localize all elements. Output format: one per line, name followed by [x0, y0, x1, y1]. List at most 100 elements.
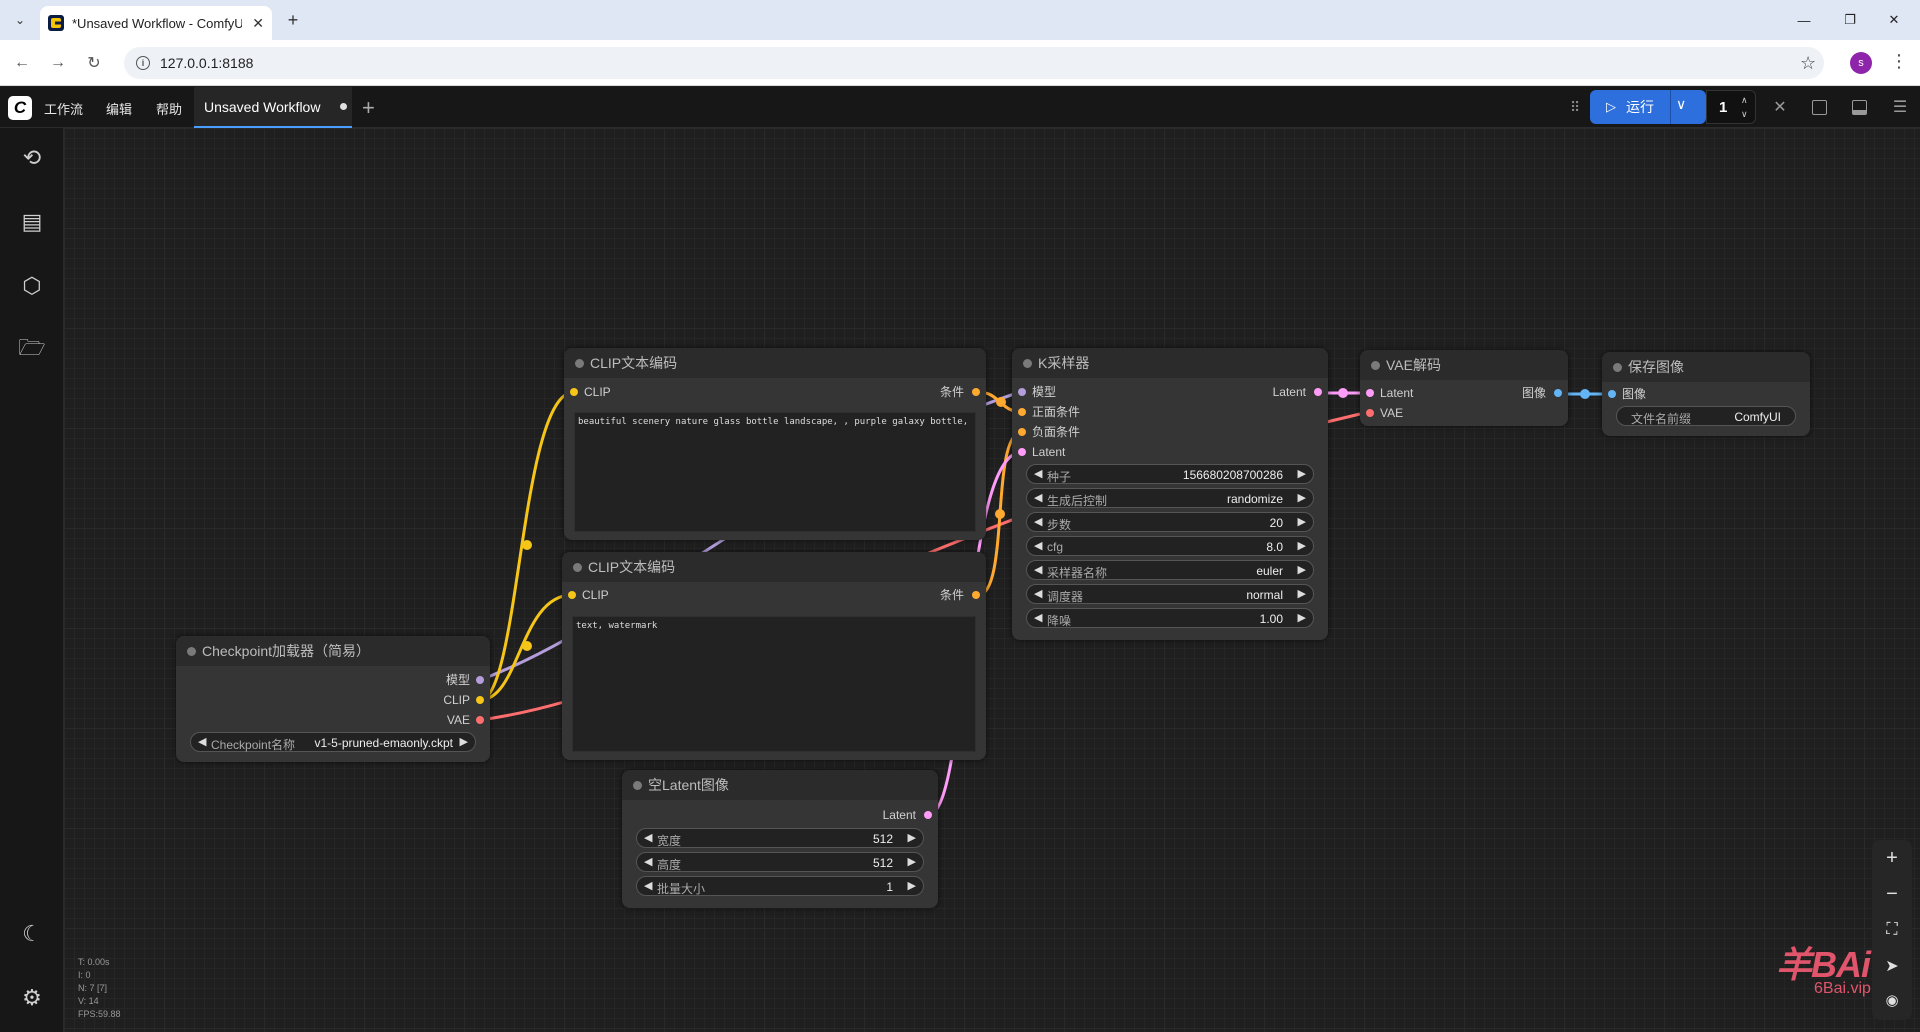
bottom-panel-icon[interactable] — [1852, 100, 1867, 115]
output-slot-clip[interactable] — [476, 696, 484, 704]
new-tab-plus-icon[interactable]: + — [282, 9, 304, 31]
slot-label: Latent — [1272, 385, 1306, 399]
site-info-icon[interactable]: i — [136, 56, 150, 70]
drag-handle-icon[interactable]: ⠿ — [1570, 99, 1580, 116]
input-slot-image[interactable] — [1608, 390, 1616, 398]
output-slot-image[interactable] — [1554, 389, 1562, 397]
filename-prefix-input[interactable]: 文件名前缀 ComfyUI — [1616, 406, 1796, 426]
node-empty-latent-image[interactable]: 空Latent图像 Latent ◀ 宽度 512 ▶ ◀ 高度 512 ▶ ◀ 批量大小 1 ▶ — [622, 770, 938, 908]
node-save-image[interactable]: 保存图像 图像 文件名前缀 ComfyUI — [1602, 352, 1810, 436]
widget-denoise[interactable]: ◀ 降噪 1.00 ▶ — [1026, 608, 1314, 628]
node-library-icon[interactable]: ▤ — [18, 208, 46, 236]
node-clip-text-encode-negative[interactable]: CLIP文本编码 CLIP 条件 text, watermark — [562, 552, 986, 760]
prompt-textarea[interactable]: beautiful scenery nature glass bottle la… — [574, 412, 976, 532]
batch-count-input[interactable]: 1 ∧ ∨ — [1706, 90, 1756, 124]
menu-workflow[interactable]: 工作流 — [44, 99, 83, 118]
collapse-dot-icon[interactable] — [633, 781, 642, 790]
input-slot-clip[interactable] — [568, 591, 576, 599]
run-button[interactable]: ▷ 运行 ∨ — [1590, 90, 1706, 124]
window-close-icon[interactable]: ✕ — [1874, 8, 1914, 32]
node-title[interactable]: CLIP文本编码 — [564, 348, 986, 378]
theme-moon-icon[interactable]: ☾ — [18, 920, 46, 948]
widget-steps[interactable]: ◀ 步数 20 ▶ — [1026, 512, 1314, 532]
omnibox[interactable]: i 127.0.0.1:8188 — [124, 47, 1824, 79]
node-checkpoint-loader[interactable]: Checkpoint加载器（简易） 模型 CLIP VAE ◀ Checkpoi… — [176, 636, 490, 762]
zoom-in-plus-icon[interactable]: + — [1880, 846, 1904, 870]
input-slot-latent[interactable] — [1018, 448, 1026, 456]
restore-icon[interactable]: ❐ — [1830, 8, 1870, 32]
output-slot-conditioning[interactable] — [972, 388, 980, 396]
workflow-tab[interactable]: Unsaved Workflow — [194, 87, 352, 128]
collapse-dot-icon[interactable] — [573, 563, 582, 572]
widget-control-after-generate[interactable]: ◀ 生成后控制 randomize ▶ — [1026, 488, 1314, 508]
fit-view-icon[interactable]: ⛶ — [1880, 918, 1904, 942]
collapse-dot-icon[interactable] — [1613, 363, 1622, 372]
reload-icon[interactable]: ↻ — [82, 51, 106, 75]
node-title[interactable]: VAE解码 — [1360, 350, 1568, 380]
back-arrow-icon[interactable]: ← — [10, 51, 34, 75]
browser-tab[interactable]: *Unsaved Workflow - ComfyUI ✕ — [40, 6, 272, 40]
slot-label: 模型 — [1032, 385, 1057, 399]
node-title[interactable]: 保存图像 — [1602, 352, 1810, 382]
menu-help[interactable]: 帮助 — [156, 99, 182, 118]
input-slot-model[interactable] — [1018, 388, 1026, 396]
browser-menu-kebab-icon[interactable]: ⋮ — [1890, 51, 1908, 72]
prompt-textarea[interactable]: text, watermark — [572, 616, 976, 752]
run-options-chevron-icon[interactable]: ∨ — [1676, 96, 1686, 113]
hamburger-menu-icon[interactable]: ☰ — [1890, 97, 1910, 117]
input-slot-vae[interactable] — [1366, 409, 1374, 417]
widget-cfg[interactable]: ◀ cfg 8.0 ▶ — [1026, 536, 1314, 556]
widget-scheduler[interactable]: ◀ 调度器 normal ▶ — [1026, 584, 1314, 604]
widget-height[interactable]: ◀ 高度 512 ▶ — [636, 852, 924, 872]
output-slot-conditioning[interactable] — [972, 591, 980, 599]
node-title[interactable]: Checkpoint加载器（简易） — [176, 636, 490, 666]
node-ksampler[interactable]: K采样器 模型 正面条件 负面条件 Latent Latent ◀ 种子 15668… — [1012, 348, 1328, 640]
zoom-out-minus-icon[interactable]: − — [1880, 882, 1904, 906]
arrow-right-icon[interactable]: ▶ — [460, 735, 468, 748]
queue-history-icon[interactable]: ⟲ — [18, 144, 46, 172]
graph-canvas[interactable] — [64, 128, 1920, 1032]
output-slot-latent[interactable] — [1314, 388, 1322, 396]
widget-seed[interactable]: ◀ 种子 156680208700286 ▶ — [1026, 464, 1314, 484]
close-tab-icon[interactable]: ✕ — [252, 15, 264, 32]
interrupt-x-icon[interactable]: ✕ — [1770, 97, 1790, 117]
output-slot-latent[interactable] — [924, 811, 932, 819]
input-slot-negative[interactable] — [1018, 428, 1026, 436]
comfyui-logo-icon[interactable]: C — [8, 96, 32, 120]
minimize-icon[interactable]: — — [1784, 8, 1824, 32]
widget-width[interactable]: ◀ 宽度 512 ▶ — [636, 828, 924, 848]
model-library-cube-icon[interactable]: ⬡ — [18, 272, 46, 300]
forward-arrow-icon[interactable]: → — [46, 51, 70, 75]
input-slot-latent[interactable] — [1366, 389, 1374, 397]
workflow-tab-label: Unsaved Workflow — [204, 98, 321, 115]
arrow-left-icon[interactable]: ◀ — [198, 735, 206, 748]
collapse-dot-icon[interactable] — [1371, 361, 1380, 370]
pointer-mode-icon[interactable]: ➤ — [1880, 954, 1904, 978]
output-slot-vae[interactable] — [476, 716, 484, 724]
focus-mode-icon[interactable] — [1812, 100, 1827, 115]
add-workflow-plus-icon[interactable]: + — [362, 95, 375, 121]
input-slot-clip[interactable] — [570, 388, 578, 396]
collapse-dot-icon[interactable] — [1023, 359, 1032, 368]
node-title[interactable]: K采样器 — [1012, 348, 1328, 378]
input-slot-positive[interactable] — [1018, 408, 1026, 416]
collapse-dot-icon[interactable] — [187, 647, 196, 656]
widget-sampler-name[interactable]: ◀ 采样器名称 euler ▶ — [1026, 560, 1314, 580]
widget-batch-size[interactable]: ◀ 批量大小 1 ▶ — [636, 876, 924, 896]
tab-list-chevron-icon[interactable]: ⌄ — [8, 8, 32, 32]
menu-edit[interactable]: 编辑 — [106, 99, 132, 118]
node-title[interactable]: 空Latent图像 — [622, 770, 938, 800]
node-vae-decode[interactable]: VAE解码 Latent VAE 图像 — [1360, 350, 1568, 426]
profile-avatar[interactable]: s — [1850, 52, 1872, 74]
workflows-folder-icon[interactable]: 🗁 — [18, 335, 46, 364]
node-clip-text-encode-positive[interactable]: CLIP文本编码 CLIP 条件 beautiful scenery natur… — [564, 348, 986, 540]
toggle-links-eye-icon[interactable]: ◉ — [1880, 988, 1904, 1012]
collapse-dot-icon[interactable] — [575, 359, 584, 368]
decrement-icon[interactable]: ∨ — [1741, 109, 1748, 120]
checkpoint-name-combo[interactable]: ◀ Checkpoint名称 v1-5-pruned-emaonly.ckpt … — [190, 732, 476, 752]
output-slot-model[interactable] — [476, 676, 484, 684]
node-title[interactable]: CLIP文本编码 — [562, 552, 986, 582]
settings-gear-icon[interactable]: ⚙ — [18, 984, 46, 1012]
increment-icon[interactable]: ∧ — [1741, 95, 1748, 106]
bookmark-star-icon[interactable]: ☆ — [1800, 53, 1816, 74]
